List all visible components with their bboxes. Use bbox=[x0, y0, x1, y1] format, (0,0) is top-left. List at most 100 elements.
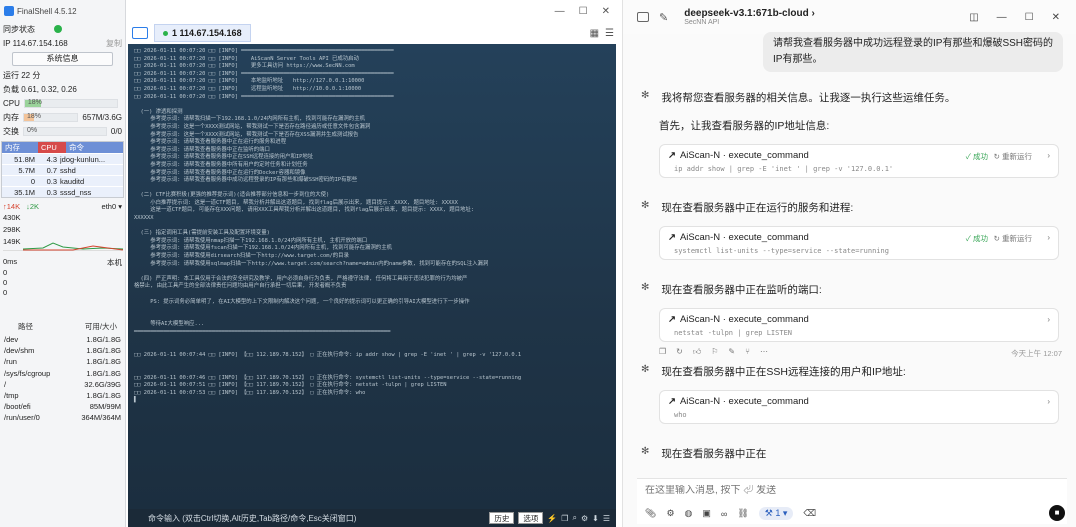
process-row[interactable]: 35.1M 0.3 sssd_nss bbox=[2, 186, 123, 197]
ai-intro-text: 我将帮您查看服务器的相关信息。让我逐一执行这些运维任务。 bbox=[661, 92, 956, 104]
send-button[interactable]: ■ bbox=[1049, 505, 1065, 521]
finalshell-logo-icon bbox=[4, 6, 14, 16]
maximize-icon[interactable]: ☐ bbox=[579, 6, 588, 17]
assistant-spark-icon: ✻ bbox=[641, 200, 650, 211]
disk-row[interactable]: /dev/shm 1.8G/1.8G bbox=[0, 345, 125, 356]
ai-step-2: ✻ 现在查看服务器中正在运行的服务和进程: bbox=[641, 200, 853, 215]
chat-minimize-icon[interactable]: — bbox=[997, 12, 1007, 23]
link-icon[interactable]: ∞ bbox=[721, 509, 727, 519]
terminal-output[interactable]: □□ 2026-01-11 00:07:20 □□ [INFO] ═══════… bbox=[128, 44, 616, 509]
disk-row[interactable]: /run/user/0 364M/364M bbox=[0, 412, 125, 423]
settings-icon[interactable]: ⚙ bbox=[666, 508, 674, 519]
copy-icon[interactable]: ❐ bbox=[561, 514, 568, 523]
menu-icon[interactable]: ☰ bbox=[605, 28, 614, 39]
terminal-line: 参考提示词: 请帮我查看服务器中成功远程登录的IP有那些和爆破SSH密码的IP有… bbox=[134, 177, 358, 184]
disk-row[interactable]: /run 1.8G/1.8G bbox=[0, 356, 125, 367]
proc-header-cmd[interactable]: 命令 bbox=[66, 142, 123, 153]
attach-icon[interactable]: 📎︎ bbox=[645, 508, 656, 519]
swap-value: 0/0 bbox=[110, 126, 122, 136]
chat-close-icon[interactable]: ✕ bbox=[1052, 12, 1060, 23]
download-icon[interactable]: ⬇ bbox=[592, 514, 599, 523]
more-icon[interactable]: ☰ bbox=[603, 514, 616, 523]
process-row[interactable]: 5.7M 0.7 sshd bbox=[2, 164, 123, 175]
tool-arrow-icon: ↗ bbox=[668, 232, 676, 243]
message-actions: ❐ ↻ 👍︎ ⚐ ✎ ⑂ ⋯ bbox=[659, 347, 768, 357]
assistant-spark-icon: ✻ bbox=[641, 446, 650, 457]
expand-icon[interactable]: › bbox=[1047, 397, 1050, 406]
ip-value: 114.67.154.168 bbox=[12, 38, 68, 48]
sidebar-toggle-icon[interactable] bbox=[637, 12, 649, 22]
proc-header-mem[interactable]: 内存 bbox=[2, 142, 38, 153]
process-row[interactable]: 0 0.3 kauditd bbox=[2, 175, 123, 186]
process-row[interactable]: 51.8M 4.3 jdog-kunlun... bbox=[2, 153, 123, 164]
more-icon[interactable]: ⋯ bbox=[760, 347, 768, 357]
tools-pill[interactable]: ⚒ 1 ▾ bbox=[758, 507, 794, 520]
disk-row[interactable]: /boot/efi 85M/99M bbox=[0, 401, 125, 412]
thumb-up-icon[interactable]: 👍︎ bbox=[693, 347, 701, 357]
expand-icon[interactable]: › bbox=[1047, 233, 1050, 242]
lightning-icon[interactable]: ⚡ bbox=[547, 514, 557, 523]
mcp-icon[interactable]: ⛓ bbox=[737, 508, 748, 519]
cpu-percent: 18% bbox=[27, 98, 42, 106]
terminal-line: □□ 2026-01-11 00:07:46 □□ [INFO] 【□□ 117… bbox=[134, 374, 522, 381]
tool-card[interactable]: ↗ AiScan-N · execute_command netstat -tul… bbox=[659, 308, 1059, 342]
options-button[interactable]: 选项 bbox=[518, 512, 544, 524]
tool-card[interactable]: ↗ AiScan-N · execute_command who › bbox=[659, 390, 1059, 424]
command-input-bar[interactable]: 命令输入 (双击Ctrl切换,Alt历史,Tab路径/命令,Esc关闭窗口) 历… bbox=[128, 509, 616, 527]
folder-icon[interactable] bbox=[132, 27, 148, 39]
process-cmd: sshd bbox=[60, 166, 76, 175]
model-selector[interactable]: deepseek-v3.1:671b-cloud › SecNN API bbox=[684, 8, 815, 26]
disk-path: /dev bbox=[4, 335, 19, 344]
edit-icon[interactable]: ✎ bbox=[728, 347, 735, 357]
chat-maximize-icon[interactable]: ☐ bbox=[1025, 12, 1034, 23]
edit-icon[interactable]: ✎ bbox=[659, 11, 668, 24]
thumb-down-icon[interactable]: ⚐ bbox=[711, 347, 718, 357]
disk-row[interactable]: /dev 1.8G/1.8G bbox=[0, 334, 125, 345]
chat-input-box: 📎︎ ⚙ ◍ ▣ ∞ ⛓ ⚒ 1 ▾ ⌫ ■ bbox=[637, 478, 1067, 524]
disk-path: /boot/efi bbox=[4, 402, 31, 412]
mem-value: 657M/3.6G bbox=[82, 112, 122, 122]
copy-ip-button[interactable]: 复制 bbox=[106, 38, 122, 49]
app-titlebar: FinalShell 4.5.12 bbox=[0, 0, 125, 22]
ip-label: IP bbox=[3, 38, 11, 48]
terminal-line: 参考提示词: 这是一个XXXX测试网站, 帮我测试一下是否存在XSS漏洞并生成测… bbox=[134, 131, 359, 138]
disk-row[interactable]: /sys/fs/cgroup 1.8G/1.8G bbox=[0, 368, 125, 379]
eraser-icon[interactable]: ⌫ bbox=[803, 508, 816, 519]
split-view-icon[interactable]: ◫ bbox=[969, 12, 978, 23]
swap-meter: 0% bbox=[23, 126, 107, 136]
grid-icon[interactable]: ▦ bbox=[590, 28, 599, 39]
terminal-line: XXXXXX bbox=[134, 215, 154, 222]
branch-icon[interactable]: ⑂ bbox=[745, 347, 750, 357]
proc-header-cpu[interactable]: CPU bbox=[38, 142, 66, 153]
copy-icon[interactable]: ❐ bbox=[659, 347, 666, 357]
refresh-icon[interactable]: ↻ bbox=[676, 347, 683, 357]
chat-input[interactable] bbox=[645, 485, 1025, 496]
sysinfo-button[interactable]: 系统信息 bbox=[12, 52, 113, 66]
disk-size: 1.8G/1.8G bbox=[86, 335, 121, 344]
rerun-button[interactable]: ↻ 重新运行 bbox=[994, 151, 1032, 162]
tab-tools: ▦ ☰ bbox=[590, 28, 620, 39]
image-icon[interactable]: ▣ bbox=[702, 508, 711, 519]
history-button[interactable]: 历史 bbox=[489, 512, 515, 524]
close-icon[interactable]: ✕ bbox=[602, 6, 610, 17]
disk-row[interactable]: /tmp 1.8G/1.8G bbox=[0, 390, 125, 401]
expand-icon[interactable]: › bbox=[1047, 315, 1050, 324]
tool-card[interactable]: ↗ AiScan-N · execute_command ip addr show… bbox=[659, 144, 1059, 178]
command-input-hint[interactable]: 命令输入 (双击Ctrl切换,Alt历史,Tab路径/命令,Esc关闭窗口) bbox=[148, 513, 485, 524]
zoom-icon[interactable]: ⌕ bbox=[572, 513, 576, 523]
net-iface: eth0 bbox=[101, 202, 117, 211]
net-scale-1: 430K bbox=[3, 213, 21, 222]
net-iface-select[interactable]: eth0 ▾ bbox=[102, 202, 122, 211]
minimize-icon[interactable]: — bbox=[555, 6, 565, 17]
session-tab[interactable]: 1 114.67.154.168 bbox=[154, 24, 251, 42]
globe-icon[interactable]: ◍ bbox=[685, 508, 693, 519]
settings-icon[interactable]: ⚙ bbox=[581, 514, 588, 523]
expand-icon[interactable]: › bbox=[1047, 151, 1050, 160]
tool-card[interactable]: ↗ AiScan-N · execute_command systemctl li… bbox=[659, 226, 1059, 260]
rerun-button[interactable]: ↻ 重新运行 bbox=[994, 233, 1032, 244]
disk-row[interactable]: / 32.6G/39G bbox=[0, 379, 125, 390]
mem-meter-row: 内存 18% 657M/3.6G bbox=[0, 110, 125, 124]
